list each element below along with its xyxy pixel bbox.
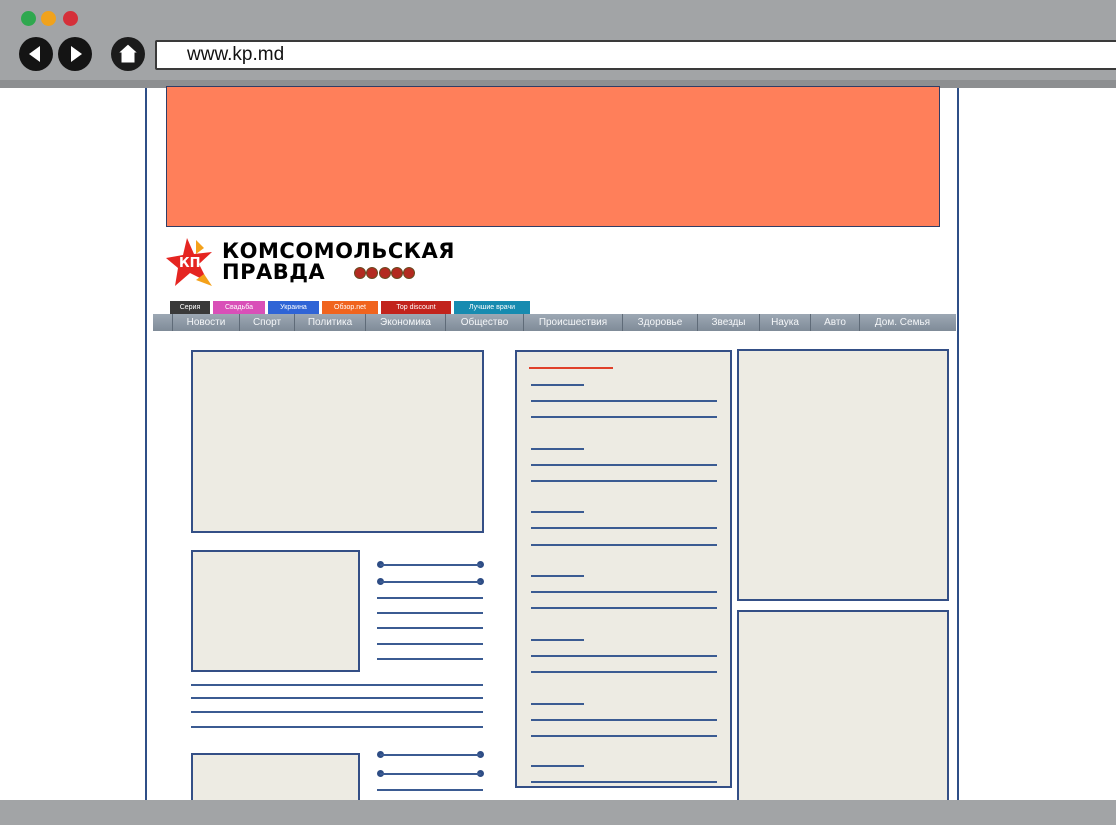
feed-time — [531, 575, 584, 577]
text-line — [191, 711, 483, 713]
back-button[interactable] — [19, 37, 53, 71]
medal-icon — [391, 267, 403, 279]
feed-item-link[interactable] — [531, 416, 717, 418]
nav-politika[interactable]: Политика — [294, 314, 365, 331]
feed-time — [531, 765, 584, 767]
browser-bottom-bar — [0, 800, 1116, 825]
nav-ekonomika[interactable]: Экономика — [365, 314, 445, 331]
text-line — [377, 627, 483, 629]
tab-ukraina[interactable]: Украина — [268, 301, 319, 314]
feed-time — [531, 639, 584, 641]
feed-item-link[interactable] — [531, 655, 717, 657]
feed-item-link[interactable] — [531, 464, 717, 466]
feed-item-link[interactable] — [531, 400, 717, 402]
kp-logo-icon[interactable]: КП — [166, 236, 216, 292]
back-arrow-icon — [29, 46, 40, 62]
text-line — [191, 726, 483, 728]
logo-title-line2: ПРАВДА — [222, 260, 326, 284]
feed-time — [531, 384, 584, 386]
headline-link[interactable] — [380, 564, 481, 566]
text-line — [191, 697, 483, 699]
forward-arrow-icon — [71, 46, 82, 62]
main-story-image[interactable] — [191, 350, 484, 533]
forward-button[interactable] — [58, 37, 92, 71]
feed-item-link[interactable] — [531, 735, 717, 737]
sidebar-ad-bottom[interactable] — [737, 610, 949, 803]
nav-obshchestvo[interactable]: Общество — [445, 314, 523, 331]
nav-zvezdy[interactable]: Звезды — [697, 314, 759, 331]
nav-sport[interactable]: Спорт — [239, 314, 294, 331]
sidebar-ad-top[interactable] — [737, 349, 949, 601]
tab-svadba[interactable]: Свадьба — [213, 301, 265, 314]
text-line — [377, 658, 483, 660]
medal-icon — [354, 267, 366, 279]
logo-badge: КП — [179, 256, 201, 271]
medal-icon — [379, 267, 391, 279]
feed-time — [531, 511, 584, 513]
nav-zdorovie[interactable]: Здоровье — [622, 314, 697, 331]
feed-item-link[interactable] — [531, 591, 717, 593]
nav-novosti[interactable]: Новости — [172, 314, 239, 331]
feed-item-link[interactable] — [531, 671, 717, 673]
feed-item-link[interactable] — [531, 544, 717, 546]
headline-link[interactable] — [380, 754, 481, 756]
text-line — [377, 597, 483, 599]
window-zoom-dot-red[interactable] — [63, 11, 78, 26]
feed-time — [531, 448, 584, 450]
home-button[interactable] — [111, 37, 145, 71]
tab-top-discount[interactable]: Top discount — [381, 301, 451, 314]
window-close-dot-green[interactable] — [21, 11, 36, 26]
feed-header-line — [529, 367, 613, 369]
nav-avto[interactable]: Авто — [810, 314, 859, 331]
nav-dom-semya[interactable]: Дом. Семья — [859, 314, 945, 331]
feed-time — [531, 703, 584, 705]
window-minimize-dot-yellow[interactable] — [41, 11, 56, 26]
headline-link[interactable] — [380, 773, 481, 775]
text-line — [191, 684, 483, 686]
ad-banner[interactable] — [166, 86, 940, 227]
feed-item-link[interactable] — [531, 607, 717, 609]
feed-item-link[interactable] — [531, 527, 717, 529]
text-line — [377, 612, 483, 614]
home-icon — [116, 43, 140, 64]
story-thumbnail[interactable] — [191, 550, 360, 672]
nav-nauka[interactable]: Наука — [759, 314, 810, 331]
feed-item-link[interactable] — [531, 480, 717, 482]
text-line — [377, 789, 483, 791]
medal-icon — [403, 267, 415, 279]
tab-luchshie-vrachi[interactable]: Лучшие врачи — [454, 301, 530, 314]
url-input[interactable]: www.kp.md — [155, 40, 1116, 70]
medal-icon — [366, 267, 378, 279]
text-line — [377, 643, 483, 645]
headline-link[interactable] — [380, 581, 481, 583]
tab-obzor[interactable]: Обзор.net — [322, 301, 378, 314]
feed-item-link[interactable] — [531, 781, 717, 783]
nav-proisshestviya[interactable]: Происшествия — [523, 314, 622, 331]
feed-item-link[interactable] — [531, 719, 717, 721]
tab-seriya[interactable]: Серия — [170, 301, 210, 314]
